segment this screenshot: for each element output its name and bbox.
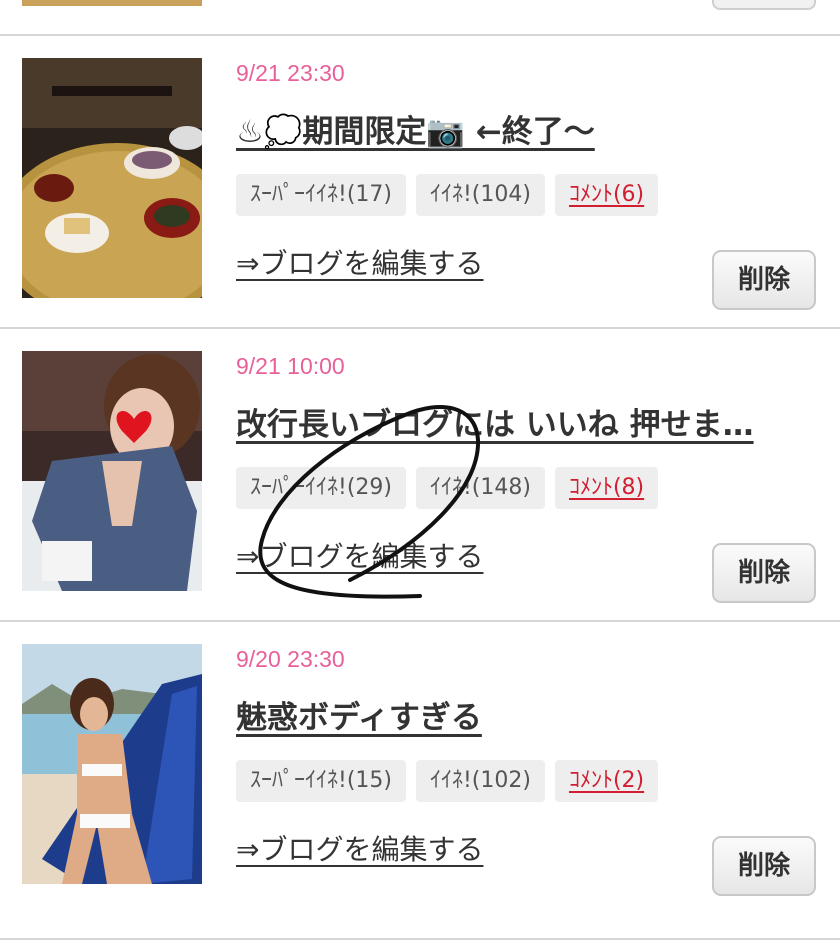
entry-date: 9/20 23:30: [236, 646, 345, 672]
previous-entry-fragment: [0, 0, 840, 34]
delete-button[interactable]: 削除: [712, 543, 816, 603]
previous-delete-button[interactable]: [712, 0, 816, 10]
like-count: ｲｲﾈ!(102): [415, 760, 545, 802]
entry-thumbnail[interactable]: [22, 351, 202, 591]
portrait-photo: [22, 351, 202, 591]
super-like-count: ｽｰﾊﾟｰｲｲﾈ!(17): [236, 174, 406, 216]
entry-thumbnail[interactable]: [22, 644, 202, 884]
entry-date: 9/21 23:30: [236, 60, 345, 86]
edit-blog-link[interactable]: ⇒ブログを編集する: [236, 535, 483, 575]
super-like-count: ｽｰﾊﾟｰｲｲﾈ!(29): [236, 467, 406, 509]
super-like-count: ｽｰﾊﾟｰｲｲﾈ!(15): [236, 760, 406, 802]
blog-entry: 9/21 23:30 ♨💭期間限定📷 ←終了〜 ｽｰﾊﾟｰｲｲﾈ!(17) ｲｲ…: [0, 36, 840, 328]
edit-blog-link[interactable]: ⇒ブログを編集する: [236, 828, 483, 868]
blog-entry: 9/21 10:00 改行長いブログには いいね 押せま… ｽｰﾊﾟｰｲｲﾈ!(…: [0, 329, 840, 621]
like-count: ｲｲﾈ!(148): [415, 467, 545, 509]
divider: [0, 938, 840, 940]
delete-button[interactable]: 削除: [712, 836, 816, 896]
comment-link[interactable]: ｺﾒﾝﾄ(8): [554, 467, 659, 509]
comment-link[interactable]: ｺﾒﾝﾄ(6): [554, 174, 659, 216]
entry-title-link[interactable]: 改行長いブログには いいね 押せま…: [236, 399, 816, 444]
reaction-badges: ｽｰﾊﾟｰｲｲﾈ!(17) ｲｲﾈ!(104) ｺﾒﾝﾄ(6): [236, 174, 659, 216]
comment-link[interactable]: ｺﾒﾝﾄ(2): [554, 760, 659, 802]
reaction-badges: ｽｰﾊﾟｰｲｲﾈ!(15) ｲｲﾈ!(102) ｺﾒﾝﾄ(2): [236, 760, 659, 802]
beach-photo: [22, 644, 202, 884]
blog-entry: 9/20 23:30 魅惑ボディすぎる ｽｰﾊﾟｰｲｲﾈ!(15) ｲｲﾈ!(1…: [0, 622, 840, 914]
entry-date: 9/21 10:00: [236, 353, 345, 379]
food-photo: [22, 58, 202, 298]
previous-entry-thumbnail: [22, 0, 202, 6]
reaction-badges: ｽｰﾊﾟｰｲｲﾈ!(29) ｲｲﾈ!(148) ｺﾒﾝﾄ(8): [236, 467, 659, 509]
delete-button[interactable]: 削除: [712, 250, 816, 310]
like-count: ｲｲﾈ!(104): [415, 174, 545, 216]
entry-title-link[interactable]: 魅惑ボディすぎる: [236, 692, 816, 737]
edit-blog-link[interactable]: ⇒ブログを編集する: [236, 242, 483, 282]
entry-title-link[interactable]: ♨💭期間限定📷 ←終了〜: [236, 106, 816, 151]
entry-thumbnail[interactable]: [22, 58, 202, 298]
